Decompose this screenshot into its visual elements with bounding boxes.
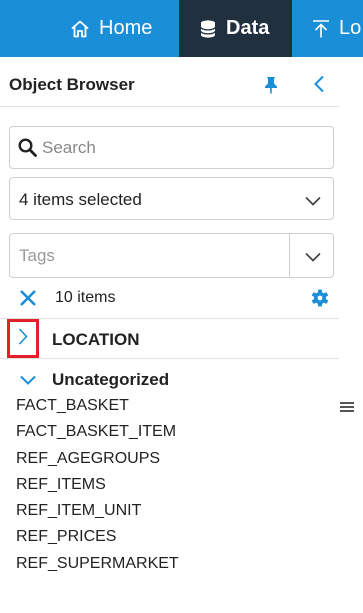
chevron-down-icon xyxy=(305,249,321,267)
upload-icon xyxy=(312,19,330,39)
handle-line xyxy=(340,402,354,404)
panel-resize-handle[interactable] xyxy=(340,402,354,414)
expand-location-button[interactable] xyxy=(7,319,39,358)
list-item[interactable]: REF_ITEM_UNIT xyxy=(16,502,179,528)
top-navigation: Home Data Lo xyxy=(0,0,363,57)
list-item[interactable]: FACT_BASKET_ITEM xyxy=(16,423,179,449)
tab-data-label: Data xyxy=(226,17,270,39)
group-uncategorized-label: Uncategorized xyxy=(52,370,170,389)
list-item[interactable]: REF_PRICES xyxy=(16,528,179,554)
pin-icon[interactable] xyxy=(263,76,279,99)
database-icon xyxy=(199,19,217,39)
handle-line xyxy=(340,410,354,412)
chevron-right-icon xyxy=(18,327,28,350)
home-icon xyxy=(70,19,90,39)
panel-title: Object Browser xyxy=(9,75,135,94)
items-count: 10 items xyxy=(55,289,116,306)
object-list: FACT_BASKET FACT_BASKET_ITEM REF_AGEGROU… xyxy=(16,397,179,581)
tags-divider xyxy=(289,234,290,277)
panel-header: Object Browser xyxy=(0,57,339,107)
chevron-down-icon[interactable] xyxy=(20,372,36,390)
search-icon xyxy=(18,138,37,162)
tags-dropdown[interactable]: Tags xyxy=(9,233,334,278)
clear-selection-icon[interactable] xyxy=(19,289,37,312)
object-browser-panel: Object Browser 4 items selected Tags 10 … xyxy=(0,57,339,613)
tab-load-label: Lo xyxy=(339,17,362,39)
collapse-panel-icon[interactable] xyxy=(313,75,325,98)
tab-home[interactable]: Home xyxy=(70,0,152,57)
tab-home-label: Home xyxy=(99,17,153,39)
group-uncategorized[interactable]: Uncategorized xyxy=(0,369,339,393)
items-toolbar: 10 items xyxy=(0,281,339,319)
chevron-down-icon xyxy=(305,193,321,211)
tags-placeholder: Tags xyxy=(19,246,55,265)
list-item[interactable]: REF_AGEGROUPS xyxy=(16,450,179,476)
tab-load[interactable]: Lo xyxy=(312,0,361,57)
search-field[interactable] xyxy=(9,126,334,169)
handle-line xyxy=(340,406,354,408)
list-item[interactable]: REF_SUPERMARKET xyxy=(16,555,179,581)
gear-icon[interactable] xyxy=(311,289,329,312)
search-input[interactable] xyxy=(42,127,322,168)
list-item[interactable]: FACT_BASKET xyxy=(16,397,179,423)
group-location[interactable]: LOCATION xyxy=(0,319,339,359)
selection-value: 4 items selected xyxy=(19,190,142,209)
selection-dropdown[interactable]: 4 items selected xyxy=(9,177,334,220)
group-location-label: LOCATION xyxy=(52,330,140,349)
list-item[interactable]: REF_ITEMS xyxy=(16,476,179,502)
tab-data[interactable]: Data xyxy=(179,0,292,57)
